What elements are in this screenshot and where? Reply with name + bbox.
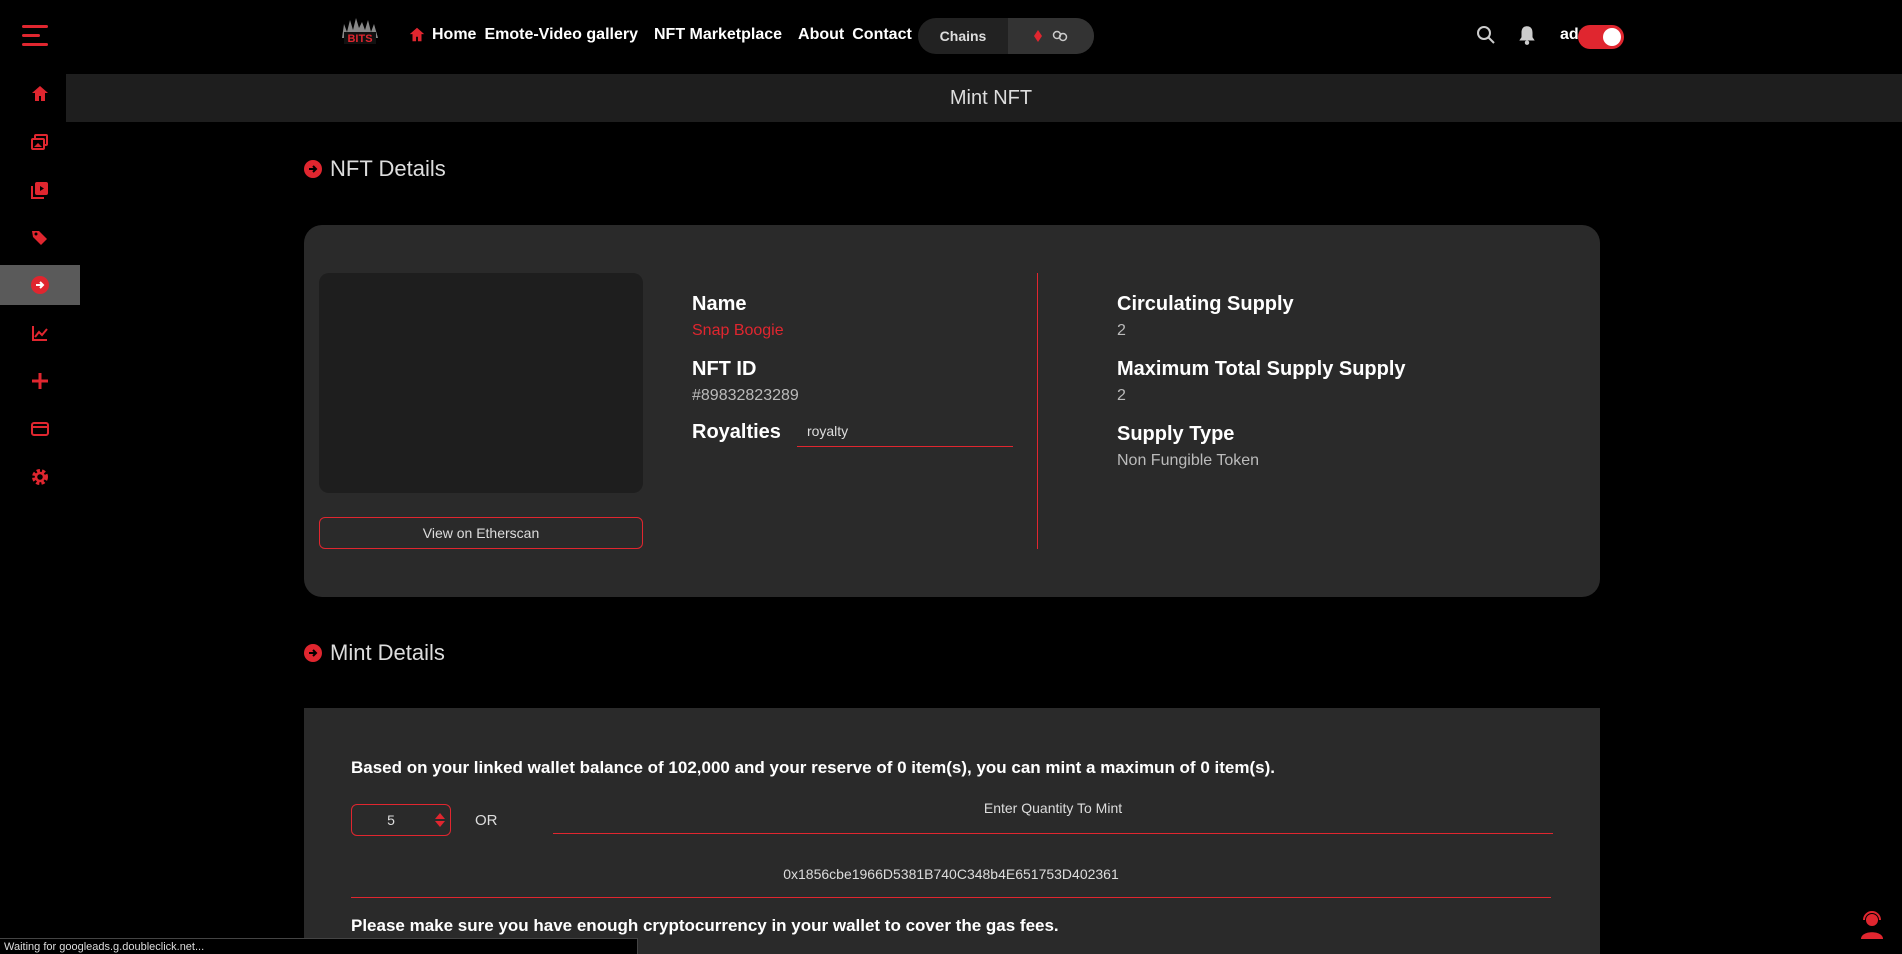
home-icon — [32, 86, 48, 101]
arrow-circle-icon — [31, 276, 49, 294]
stepper-value: 5 — [387, 812, 395, 828]
mint-details-card: Based on your linked wallet balance of 1… — [304, 708, 1600, 954]
royalty-input[interactable] — [796, 415, 1013, 447]
nav-about[interactable]: About — [798, 26, 844, 44]
nft-id-label: NFT ID — [692, 358, 757, 380]
quantity-placeholder: Enter Quantity To Mint — [983, 800, 1123, 816]
search-icon[interactable] — [1476, 25, 1496, 45]
browser-status-bar: Waiting for googleads.g.doubleclick.net.… — [0, 938, 638, 954]
nav-emote-gallery[interactable]: Emote-Video gallery — [484, 26, 638, 44]
nav-home-label[interactable]: Home — [432, 26, 476, 44]
nft-id-value: #89832823289 — [692, 387, 799, 404]
circulating-supply-label: Circulating Supply — [1117, 293, 1294, 315]
nft-details-title: NFT Details — [330, 156, 446, 181]
page-title: Mint NFT — [949, 86, 1033, 109]
bell-icon[interactable] — [1516, 24, 1538, 46]
card-icon — [31, 422, 49, 436]
quantity-stepper[interactable]: 5 — [351, 804, 451, 836]
tag-icon — [32, 231, 47, 245]
chart-icon — [32, 326, 48, 341]
view-on-etherscan-button[interactable]: View on Etherscan — [319, 517, 643, 549]
wallet-address: 0x1856cbe1966D5381B740C348b4E651753D4023… — [351, 858, 1551, 898]
gear-icon — [32, 469, 48, 485]
arrow-down-icon[interactable] — [435, 821, 445, 827]
sidebar-item-settings[interactable] — [0, 457, 80, 497]
menu-icon[interactable] — [22, 25, 48, 47]
max-supply-label: Maximum Total Supply Supply — [1117, 358, 1406, 380]
mint-details-heading: Mint Details — [304, 640, 445, 666]
gas-fee-warning: Please make sure you have enough cryptoc… — [351, 916, 1059, 935]
gallery-icon — [31, 134, 48, 150]
plus-icon — [32, 373, 48, 389]
sidebar-item-videos[interactable] — [0, 170, 80, 210]
chains-selector[interactable]: Chains — [918, 18, 1094, 54]
wallet-address-value: 0x1856cbe1966D5381B740C348b4E651753D4023… — [783, 866, 1119, 882]
sidebar-item-mint[interactable] — [0, 265, 80, 305]
link-icon — [1052, 30, 1068, 42]
chains-label: Chains — [939, 28, 987, 44]
brand-logo[interactable]: BITS — [338, 14, 382, 50]
column-divider — [1037, 273, 1038, 549]
arrow-circle-icon — [304, 160, 322, 178]
royalties-row: Royalties — [692, 415, 1022, 447]
wallet-balance-text: Based on your linked wallet balance of 1… — [351, 758, 1275, 777]
sidebar-item-payments[interactable] — [0, 409, 80, 449]
video-library-icon — [31, 182, 48, 199]
nft-info-column: Name Snap Boogie NFT ID #89832823289 Roy… — [692, 293, 1022, 447]
quantity-input[interactable]: Enter Quantity To Mint — [553, 796, 1553, 834]
support-agent-icon[interactable] — [1858, 910, 1886, 940]
theme-toggle[interactable] — [1578, 25, 1624, 49]
arrow-circle-icon — [304, 644, 322, 662]
supply-info-column: Circulating Supply 2 Maximum Total Suppl… — [1117, 293, 1577, 470]
nav-home[interactable]: Home — [408, 26, 476, 44]
nav-marketplace[interactable]: NFT Marketplace — [654, 26, 782, 44]
ethereum-icon — [1034, 30, 1042, 42]
nav-links: Home Emote-Video gallery NFT Marketplace… — [408, 26, 912, 44]
mint-details-title: Mint Details — [330, 640, 445, 665]
sidebar-item-home[interactable] — [0, 74, 80, 114]
nft-details-card: View on Etherscan Name Snap Boogie NFT I… — [304, 225, 1600, 597]
sidebar-item-gallery[interactable] — [0, 122, 80, 162]
home-icon — [409, 27, 425, 42]
nft-preview-image — [319, 273, 643, 493]
stepper-arrows[interactable] — [430, 813, 450, 827]
sidebar-item-add[interactable] — [0, 361, 80, 401]
circulating-supply-value: 2 — [1117, 322, 1126, 339]
name-label: Name — [692, 293, 747, 315]
royalties-label: Royalties — [692, 421, 781, 443]
supply-type-label: Supply Type — [1117, 423, 1235, 445]
arrow-up-icon[interactable] — [435, 813, 445, 819]
sidebar-item-analytics[interactable] — [0, 313, 80, 353]
nav-contact[interactable]: Contact — [852, 26, 912, 44]
supply-type-value: Non Fungible Token — [1117, 452, 1260, 469]
user-tools: admin — [1390, 24, 1607, 46]
page-title-bar: Mint NFT — [80, 74, 1902, 122]
name-value: Snap Boogie — [692, 322, 784, 339]
sidebar — [0, 0, 80, 954]
max-supply-value: 2 — [1117, 387, 1126, 404]
svg-text:BITS: BITS — [347, 33, 372, 45]
sidebar-item-tags[interactable] — [0, 218, 80, 258]
nft-details-heading: NFT Details — [304, 156, 446, 182]
or-label: OR — [475, 812, 498, 829]
top-navigation: BITS Home Emote-Video gallery NFT Market… — [80, 0, 1902, 74]
chain-icons — [1008, 18, 1094, 54]
